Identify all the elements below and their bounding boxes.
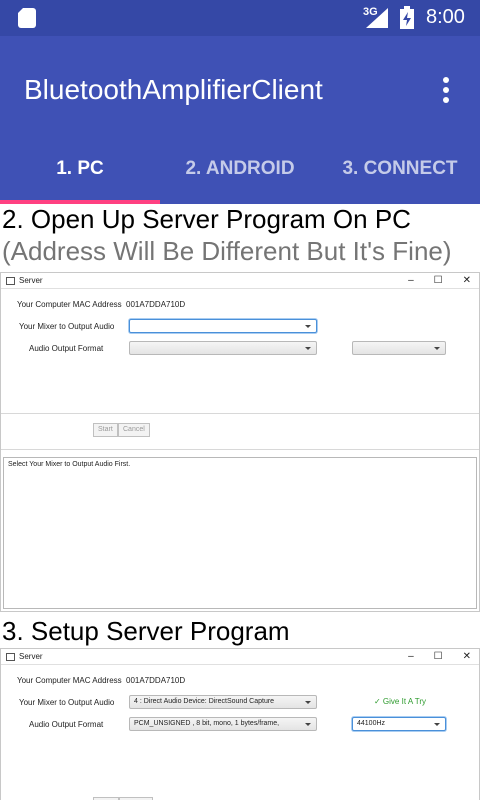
window-app-icon [6,277,15,285]
minimize-icon: – [408,651,414,662]
divider [1,413,479,414]
chevron-down-icon [305,723,311,726]
window-title: Server [19,652,43,661]
window-controls: – ☐ ✕ [408,273,471,289]
window-app-icon [6,653,15,661]
more-vert-icon[interactable] [436,74,456,108]
mac-address-value: 001A7DDA710D [126,300,186,309]
mixer-label: Your Mixer to Output Audio [19,322,115,331]
mixer-label: Your Mixer to Output Audio [19,698,115,707]
mac-address-label: Your Computer MAC Address [17,676,122,685]
sample-rate-select [352,341,446,355]
close-icon: ✕ [462,275,471,286]
format-label: Audio Output Format [29,344,104,353]
chevron-down-icon [305,347,311,350]
mac-address-label: Your Computer MAC Address [17,300,122,309]
tab-pc[interactable]: 1. PC [0,148,160,204]
content-scroll[interactable]: 2. Open Up Server Program On PC (Address… [0,204,480,800]
step2-heading: 2. Open Up Server Program On PC [2,204,411,234]
clock: 8:00 [426,6,465,28]
log-text: Select Your Mixer to Output Audio First. [8,461,131,468]
status-bar: 3G 8:00 [0,0,480,36]
battery-charging-icon [400,6,414,29]
signal-icon [366,8,388,28]
minimize-icon: – [408,275,414,286]
app-bar: BluetoothAmplifierClient 1. PC 2. ANDROI… [0,36,480,204]
server-window-screenshot-2: Server – ☐ ✕ Your Computer MAC Address 0… [0,648,480,800]
mac-address-value: 001A7DDA710D [126,676,186,685]
chevron-down-icon [305,701,311,704]
format-select [129,341,317,355]
cancel-button: Cancel [118,423,150,437]
window-titlebar: Server – ☐ ✕ [1,273,479,289]
mixer-select: 4 : Direct Audio Device: DirectSound Cap… [129,695,317,709]
divider [1,449,479,450]
sample-rate-select: 44100Hz [352,717,446,731]
status-ok-text: ✓ Give It A Try [374,697,427,706]
tab-bar: 1. PC 2. ANDROID 3. CONNECT [0,148,480,204]
window-title: Server [19,276,43,285]
close-icon: ✕ [462,651,471,662]
format-label: Audio Output Format [29,720,104,729]
log-area: Select Your Mixer to Output Audio First. [3,457,477,609]
server-window-screenshot-1: Server – ☐ ✕ Your Computer MAC Address 0… [0,272,480,612]
sd-card-icon [18,8,36,28]
mixer-select [129,319,317,333]
step2-subheading: (Address Will Be Different But It's Fine… [2,236,452,266]
tab-android[interactable]: 2. ANDROID [160,148,320,204]
app-title: BluetoothAmplifierClient [24,74,323,105]
chevron-down-icon [305,325,311,328]
maximize-icon: ☐ [433,651,443,662]
maximize-icon: ☐ [433,275,443,286]
format-select: PCM_UNSIGNED , 8 bit, mono, 1 bytes/fram… [129,717,317,731]
tab-connect[interactable]: 3. CONNECT [320,148,480,204]
window-controls: – ☐ ✕ [408,649,471,665]
step3-heading: 3. Setup Server Program [2,616,290,646]
chevron-down-icon [434,347,440,350]
window-titlebar: Server – ☐ ✕ [1,649,479,665]
start-button: Start [93,423,118,437]
chevron-down-icon [434,723,440,726]
